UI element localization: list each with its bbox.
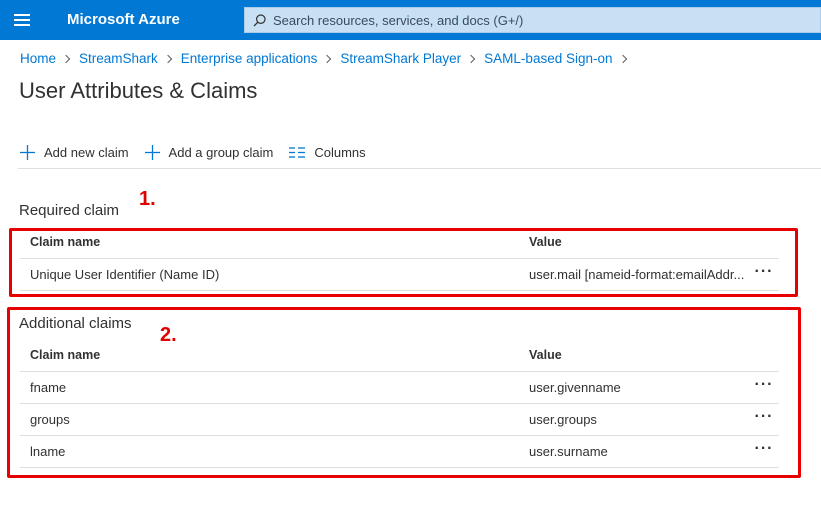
columns-icon [289,146,306,158]
table-header: Claim name Value [20,339,779,372]
breadcrumb-saml-sign-on[interactable]: SAML-based Sign-on [484,51,612,66]
search-input[interactable] [273,12,793,28]
command-bar: Add new claim Add a group claim Columns [20,139,382,165]
add-group-claim-label: Add a group claim [168,144,274,160]
page-title: User Attributes & Claims [19,78,258,103]
top-bar: Microsoft Azure [0,0,821,40]
search-icon [253,13,266,26]
claim-value-cell: user.surname [529,444,608,459]
columns-button[interactable]: Columns [289,144,366,160]
plus-icon [144,144,160,160]
add-group-claim-button[interactable]: Add a group claim [144,144,274,160]
add-new-claim-label: Add new claim [44,144,129,160]
table-row[interactable]: fname user.givenname ··· [20,372,779,404]
required-claim-heading: Required claim [19,202,120,219]
breadcrumb-streamshark-player[interactable]: StreamShark Player [340,51,461,66]
more-options-icon[interactable]: ··· [749,440,779,460]
breadcrumb-streamshark[interactable]: StreamShark [79,51,158,66]
search-box[interactable] [244,7,821,33]
table-header: Claim name Value [20,226,779,259]
chevron-right-icon [163,54,173,63]
claim-value-cell: user.groups [529,412,597,427]
brand-title[interactable]: Microsoft Azure [67,11,180,28]
hamburger-icon[interactable] [14,14,30,26]
plus-icon [20,144,35,160]
chevron-right-icon [466,54,476,63]
additional-claims-table: Claim name Value fname user.givenname ··… [20,339,779,468]
table-row[interactable]: Unique User Identifier (Name ID) user.ma… [20,259,779,291]
table-row[interactable]: groups user.groups ··· [20,404,779,436]
more-options-icon[interactable]: ··· [749,376,779,396]
table-row[interactable]: lname user.surname ··· [20,436,779,468]
breadcrumb-enterprise-applications[interactable]: Enterprise applications [181,51,318,66]
claim-name-cell[interactable]: fname [20,380,529,395]
columns-label: Columns [314,144,366,160]
chevron-right-icon [323,54,332,63]
column-header-claim-name[interactable]: Claim name [20,348,529,362]
claim-name-cell[interactable]: lname [20,444,529,459]
annotation-1: 1. [139,188,156,210]
column-header-value[interactable]: Value [529,235,749,249]
breadcrumb-home[interactable]: Home [20,51,56,66]
chevron-right-icon [618,54,627,63]
chevron-right-icon [61,54,71,63]
required-claim-table: Claim name Value Unique User Identifier … [20,226,779,291]
claim-value-cell: user.mail [nameid-format:emailAddr... [529,267,745,282]
add-new-claim-button[interactable]: Add new claim [20,144,129,160]
more-options-icon[interactable]: ··· [749,263,779,283]
toolbar-divider [18,168,821,169]
claim-name-cell[interactable]: groups [20,412,529,427]
more-options-icon[interactable]: ··· [749,408,779,428]
column-header-claim-name[interactable]: Claim name [20,235,529,249]
claim-value-cell: user.givenname [529,380,621,395]
breadcrumb: Home StreamShark Enterprise applications… [20,51,636,66]
column-header-value[interactable]: Value [529,348,749,362]
claim-name-cell[interactable]: Unique User Identifier (Name ID) [20,267,529,282]
